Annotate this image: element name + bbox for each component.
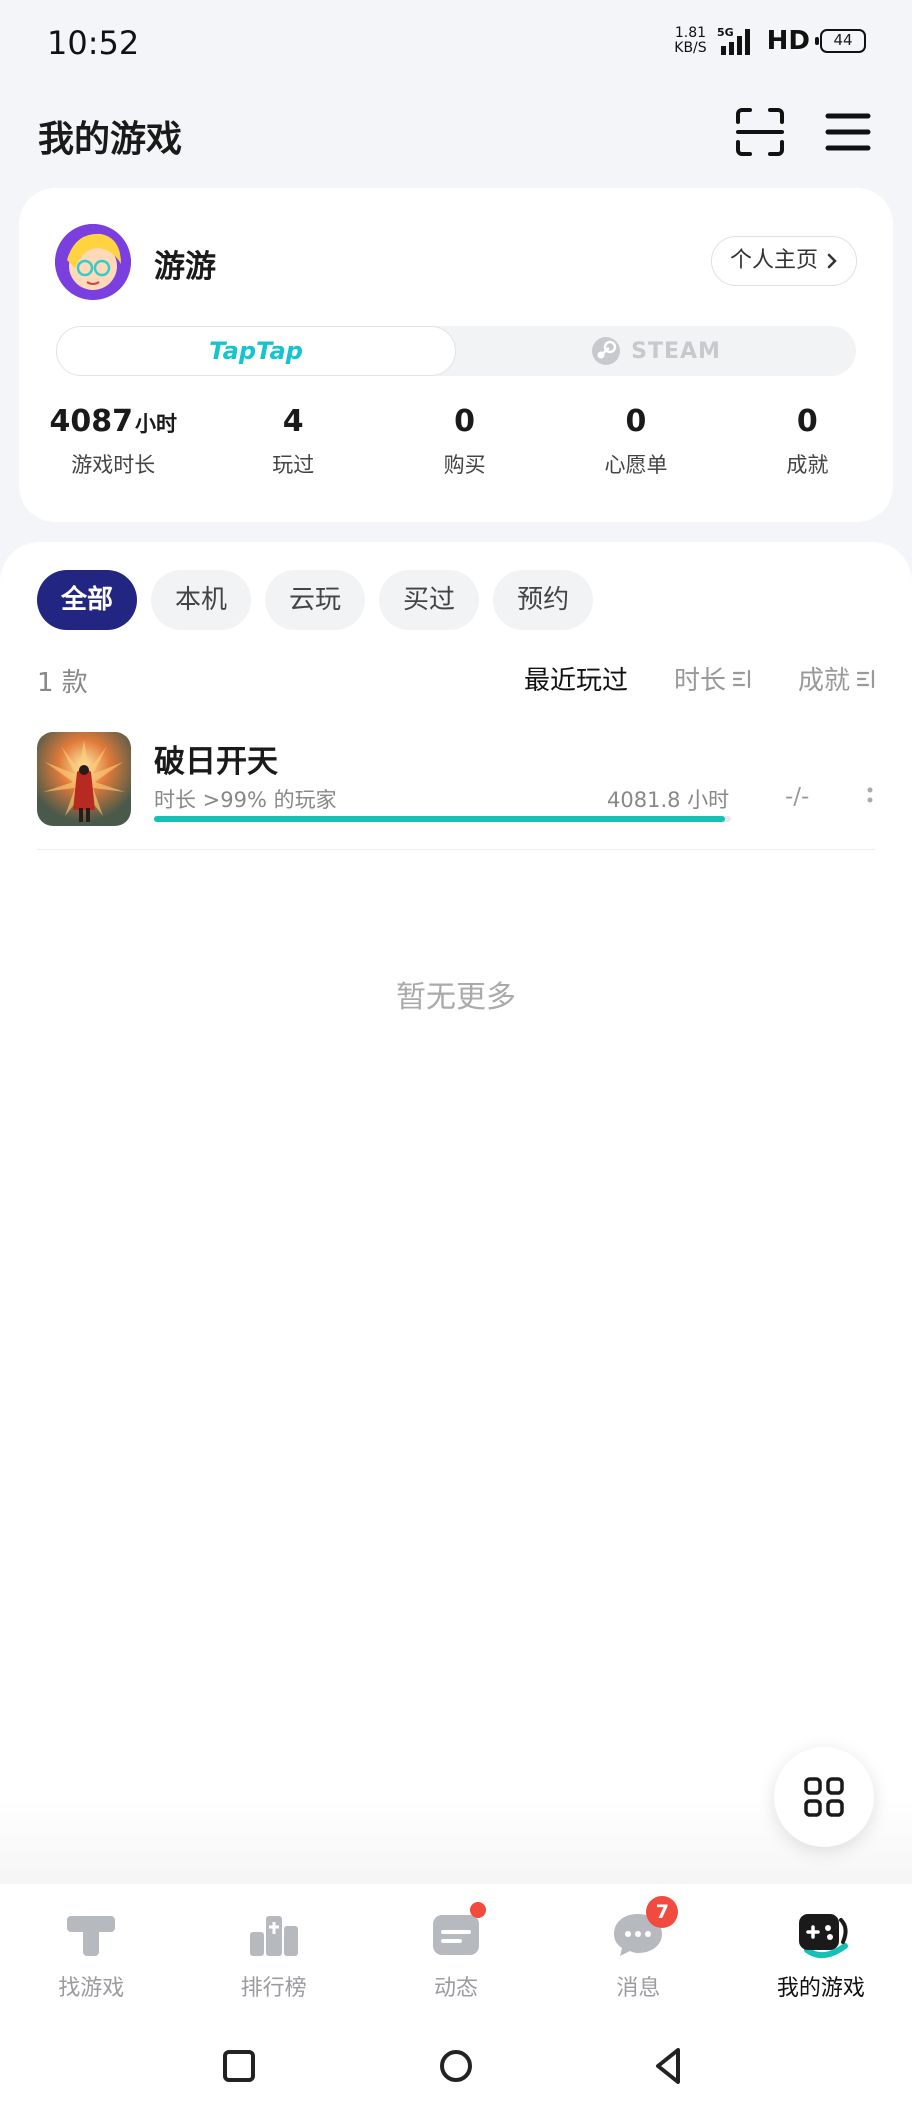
nav-label: 消息	[616, 1976, 661, 2001]
profile-link-button[interactable]: 个人主页	[710, 236, 857, 286]
sort-achievements-label: 成就	[797, 666, 850, 696]
nav-label: 找游戏	[58, 1976, 125, 2001]
more-options-icon[interactable]	[865, 784, 875, 808]
sort-icon	[732, 669, 751, 688]
system-navigation-bar	[0, 2008, 912, 2128]
avatar-image	[55, 224, 131, 300]
bottom-nav: 找游戏 排行榜 动态 7 消息 我的游戏	[0, 1884, 912, 2008]
signal-icon: 5G	[717, 26, 750, 55]
sort-options: 最近玩过 时长 成就	[524, 660, 876, 697]
sort-achievements[interactable]: 成就	[798, 660, 876, 697]
filter-chip-cloud[interactable]: 云玩	[265, 570, 366, 630]
grid-icon	[804, 1777, 844, 1817]
stat-achievements[interactable]: 0 成就	[722, 404, 893, 479]
status-time: 10:52	[47, 24, 140, 62]
status-indicators: 1.81 KB/S 5G HD 44	[674, 26, 866, 56]
back-icon[interactable]	[648, 2044, 692, 2088]
nav-my-games[interactable]: 我的游戏	[730, 1884, 912, 2008]
game-list-panel: 全部 本机 云玩 买过 预约 1 款 最近玩过 时长 成就 破日开天 时长 >9…	[0, 542, 912, 1882]
filter-chip-all[interactable]: 全部	[37, 570, 138, 630]
game-count: 1 款	[37, 668, 88, 698]
filter-chip-reserved[interactable]: 预约	[493, 570, 594, 630]
nav-label: 排行榜	[240, 1976, 307, 2001]
playtime-progress-fill	[154, 816, 726, 822]
no-more-text: 暂无更多	[396, 980, 516, 1015]
hd-indicator: HD	[766, 26, 810, 56]
playtime-progress-bar	[154, 816, 731, 822]
stat-label: 心愿单	[604, 453, 668, 477]
stat-unit: 小时	[135, 412, 177, 436]
stat-label: 成就	[786, 453, 829, 477]
page-header: 我的游戏	[38, 100, 874, 164]
scan-icon	[736, 108, 784, 156]
sort-duration-label: 时长	[673, 666, 726, 696]
steam-icon	[592, 337, 621, 365]
tab-steam[interactable]: STEAM	[456, 326, 856, 376]
nav-ranking[interactable]: 排行榜	[182, 1884, 364, 2008]
svg-text:5G: 5G	[717, 26, 734, 39]
platform-switch: TapTap STEAM	[56, 326, 856, 376]
avatar[interactable]	[55, 224, 131, 300]
game-hours: 4081.8 小时	[607, 788, 730, 812]
game-title: 破日开天	[154, 744, 278, 780]
filter-chips: 全部 本机 云玩 买过 预约	[37, 570, 594, 630]
my-games-icon	[793, 1906, 849, 1962]
game-cover-image	[37, 732, 131, 826]
nav-messages[interactable]: 7 消息	[547, 1884, 729, 2008]
page-title: 我的游戏	[38, 119, 183, 160]
stat-value: 0	[796, 404, 818, 439]
stats-row: 4087小时 游戏时长 4 玩过 0 购买 0 心愿单 0 成就	[19, 404, 893, 479]
net-speed: 1.81 KB/S	[674, 25, 707, 56]
find-games-icon	[63, 1906, 119, 1962]
ranking-icon	[246, 1906, 302, 1962]
tab-steam-label: STEAM	[631, 338, 721, 364]
filter-chip-bought[interactable]: 买过	[379, 570, 480, 630]
home-icon[interactable]	[434, 2044, 478, 2088]
chevron-right-icon	[827, 253, 837, 269]
nav-moments[interactable]: 动态	[365, 1884, 547, 2008]
profile-card: 游游 个人主页 TapTap STEAM 4087小时 游戏时长 4 玩过 0 …	[19, 188, 893, 522]
game-icon	[37, 732, 131, 826]
notification-dot	[470, 1902, 487, 1918]
scan-button[interactable]	[734, 106, 786, 158]
stat-value: 4	[282, 404, 304, 439]
messages-icon: 7	[610, 1896, 679, 1962]
stat-value: 0	[625, 404, 647, 439]
stat-label: 游戏时长	[71, 453, 156, 477]
filter-chip-local[interactable]: 本机	[151, 570, 252, 630]
unread-badge: 7	[646, 1896, 679, 1928]
sort-icon	[856, 669, 875, 688]
nav-label: 我的游戏	[776, 1976, 865, 2001]
recent-apps-icon[interactable]	[217, 2044, 261, 2088]
stat-played[interactable]: 4 玩过	[208, 404, 379, 479]
grid-view-button[interactable]	[774, 1747, 874, 1847]
stat-wishlist[interactable]: 0 心愿单	[550, 404, 721, 479]
stat-purchased[interactable]: 0 购买	[379, 404, 550, 479]
stat-label: 购买	[443, 453, 486, 477]
sort-recent[interactable]: 最近玩过	[524, 660, 628, 697]
tab-taptap[interactable]: TapTap	[56, 326, 456, 376]
status-bar: 10:52 1.81 KB/S 5G HD 44	[0, 0, 912, 88]
moments-icon	[428, 1902, 487, 1962]
menu-button[interactable]	[822, 106, 874, 158]
bottom-fade	[0, 1800, 912, 1884]
nav-find-games[interactable]: 找游戏	[0, 1884, 182, 2008]
stat-value: 4087	[49, 404, 134, 439]
game-rank-text: 时长 >99% 的玩家	[154, 788, 337, 812]
battery-icon: 44	[815, 29, 866, 53]
sort-duration[interactable]: 时长	[674, 660, 752, 697]
nav-label: 动态	[434, 1976, 479, 2001]
game-row[interactable]: 破日开天 时长 >99% 的玩家 4081.8 小时 -/-	[37, 732, 875, 850]
menu-icon	[825, 113, 871, 151]
stat-label: 玩过	[272, 453, 315, 477]
username: 游游	[154, 249, 216, 285]
stat-value: 0	[454, 404, 476, 439]
stat-playtime[interactable]: 4087小时 游戏时长	[19, 404, 208, 479]
game-achievements: -/-	[785, 784, 810, 810]
profile-link-label: 个人主页	[729, 248, 818, 273]
